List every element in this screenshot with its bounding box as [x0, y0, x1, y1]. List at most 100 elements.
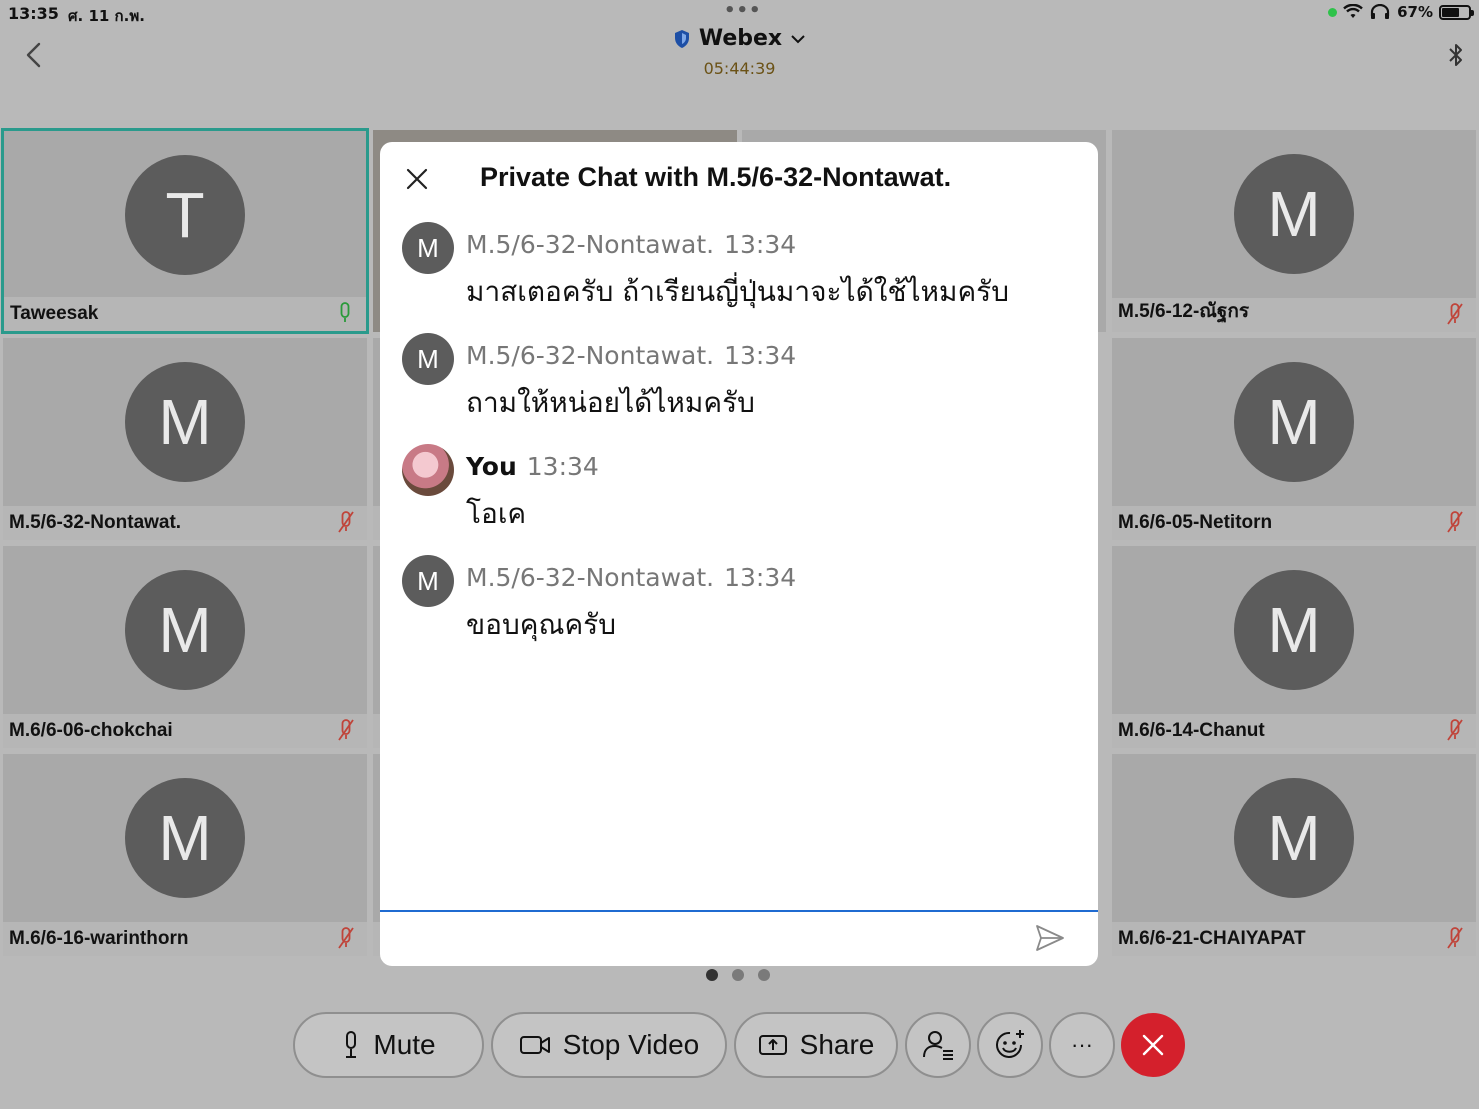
participant-name: M.6/6-16-warinthorn [9, 928, 189, 949]
message-text: มาสเตอครับ ถ้าเรียนญี่ปุ่นมาจะได้ใช้ไหมค… [466, 275, 1009, 308]
participant-avatar: M [125, 570, 245, 690]
participants-button[interactable] [905, 1012, 971, 1078]
message-time: 13:34 [724, 230, 797, 259]
participant-avatar: M [1234, 154, 1354, 274]
shield-icon [674, 29, 689, 48]
mic-muted-icon [1447, 719, 1463, 741]
participant-tile[interactable]: M M.6/6-21-CHAIYAPAT [1112, 754, 1476, 956]
chat-message: M M.5/6-32-Nontawat. 13:34 ถามให้หน่อยได้… [402, 333, 1082, 433]
meeting-title-button[interactable]: Webex [673, 26, 806, 51]
send-icon[interactable] [1034, 922, 1066, 954]
participant-tile[interactable]: M M.5/6-12-ณัฐกร [1112, 130, 1476, 332]
status-bar: 13:35 ศ. 11 ก.พ. ••• 67% [0, 0, 1479, 28]
message-text: ขอบคุณครับ [466, 608, 616, 641]
share-label: Share [799, 1029, 875, 1060]
message-sender: M.5/6-32-Nontawat. [466, 341, 715, 370]
chevron-down-icon [791, 34, 805, 43]
message-sender: M.5/6-32-Nontawat. [466, 230, 715, 259]
bluetooth-icon[interactable] [1445, 40, 1467, 70]
my-avatar [402, 444, 454, 496]
page-dot-2[interactable] [732, 969, 744, 981]
emoji-add-icon [996, 1030, 1024, 1058]
participant-name: M.6/6-05-Netitorn [1118, 512, 1273, 533]
status-time: 13:35 [8, 4, 59, 23]
participant-name: M.5/6-12-ณัฐกร [1118, 301, 1250, 322]
battery-icon [1439, 4, 1474, 20]
participant-name: M.6/6-14-Chanut [1118, 720, 1265, 741]
meeting-header: Webex 05:44:39 [0, 26, 1479, 78]
participant-avatar: M [125, 362, 245, 482]
status-date: ศ. 11 ก.พ. [68, 7, 145, 25]
mute-label: Mute [373, 1029, 436, 1060]
message-time: 13:34 [724, 563, 797, 592]
end-call-button[interactable] [1121, 1013, 1185, 1077]
participant-avatar: T [125, 155, 245, 275]
participant-tile[interactable]: M M.6/6-16-warinthorn [3, 754, 367, 956]
microphone-icon [346, 1031, 357, 1058]
participant-avatar: M [1234, 362, 1354, 482]
message-meta: M.5/6-32-Nontawat. 13:34 [466, 341, 796, 370]
app-name: Webex [698, 26, 783, 51]
more-options-button[interactable]: ··· [1049, 1012, 1115, 1078]
mic-muted-icon [338, 511, 354, 533]
wifi-icon [1343, 4, 1363, 18]
reactions-button[interactable] [977, 1012, 1043, 1078]
camera-in-use-dot-icon [1328, 7, 1338, 17]
chat-message: M M.5/6-32-Nontawat. 13:34 ขอบคุณครับ [402, 555, 1082, 655]
chat-message-input[interactable] [398, 918, 1018, 958]
participant-tile[interactable]: T Taweesak [1, 128, 369, 334]
participant-tile[interactable]: M M.5/6-32-Nontawat. [3, 338, 367, 540]
input-focus-line [380, 910, 1098, 912]
mic-on-icon [340, 302, 350, 322]
mic-muted-icon [1447, 511, 1463, 533]
share-screen-icon [758, 1035, 787, 1055]
meeting-timer: 05:44:39 [703, 58, 776, 78]
message-text: ถามให้หน่อยได้ไหมครับ [466, 386, 755, 419]
mic-muted-icon [1447, 303, 1463, 325]
chat-message: You 13:34 โอเค [402, 444, 1082, 544]
message-meta: You 13:34 [466, 452, 599, 481]
message-meta: M.5/6-32-Nontawat. 13:34 [466, 563, 796, 592]
message-meta: M.5/6-32-Nontawat. 13:34 [466, 230, 796, 259]
mic-muted-icon [338, 719, 354, 741]
message-sender: M.5/6-32-Nontawat. [466, 563, 715, 592]
participants-list-icon [923, 1031, 953, 1060]
chat-message: M M.5/6-32-Nontawat. 13:34 มาสเตอครับ ถ้า… [402, 222, 1082, 322]
page-indicator[interactable] [706, 969, 770, 981]
close-icon[interactable] [404, 166, 430, 192]
participant-tile[interactable]: M M.6/6-14-Chanut [1112, 546, 1476, 748]
battery-percent: 67% [1397, 3, 1433, 21]
mic-muted-icon [338, 927, 354, 949]
message-time: 13:34 [724, 341, 797, 370]
sender-avatar: M [402, 222, 454, 274]
more-icon: ··· [1071, 1032, 1093, 1057]
participant-name: M.6/6-21-CHAIYAPAT [1118, 928, 1306, 949]
message-time: 13:34 [526, 452, 599, 481]
sender-avatar: M [402, 555, 454, 607]
mute-button[interactable]: Mute [293, 1012, 484, 1078]
participant-avatar: M [1234, 778, 1354, 898]
status-indicators: 67% [1328, 3, 1474, 21]
multitasking-dots-icon[interactable]: ••• [724, 0, 762, 21]
stop-video-button[interactable]: Stop Video [491, 1012, 727, 1078]
participant-avatar: M [1234, 570, 1354, 690]
battery-fill [1442, 7, 1460, 17]
participant-name: M.6/6-06-chokchai [9, 720, 173, 741]
video-camera-icon [519, 1036, 550, 1054]
share-button[interactable]: Share [734, 1012, 898, 1078]
participant-avatar: M [125, 778, 245, 898]
participant-tile[interactable]: M M.6/6-06-chokchai [3, 546, 367, 748]
page-dot-3[interactable] [758, 969, 770, 981]
close-icon [1142, 1034, 1164, 1056]
sender-avatar: M [402, 333, 454, 385]
page-dot-1[interactable] [706, 969, 718, 981]
participant-tile[interactable]: M M.6/6-05-Netitorn [1112, 338, 1476, 540]
stop-video-label: Stop Video [562, 1029, 700, 1060]
mic-muted-icon [1447, 927, 1463, 949]
participant-name: M.5/6-32-Nontawat. [9, 512, 182, 533]
private-chat-dialog: Private Chat with M.5/6-32-Nontawat. M M… [380, 142, 1098, 966]
headphones-icon [1370, 4, 1390, 19]
message-text: โอเค [466, 497, 527, 530]
participant-name: Taweesak [10, 303, 99, 324]
message-sender: You [466, 452, 517, 481]
